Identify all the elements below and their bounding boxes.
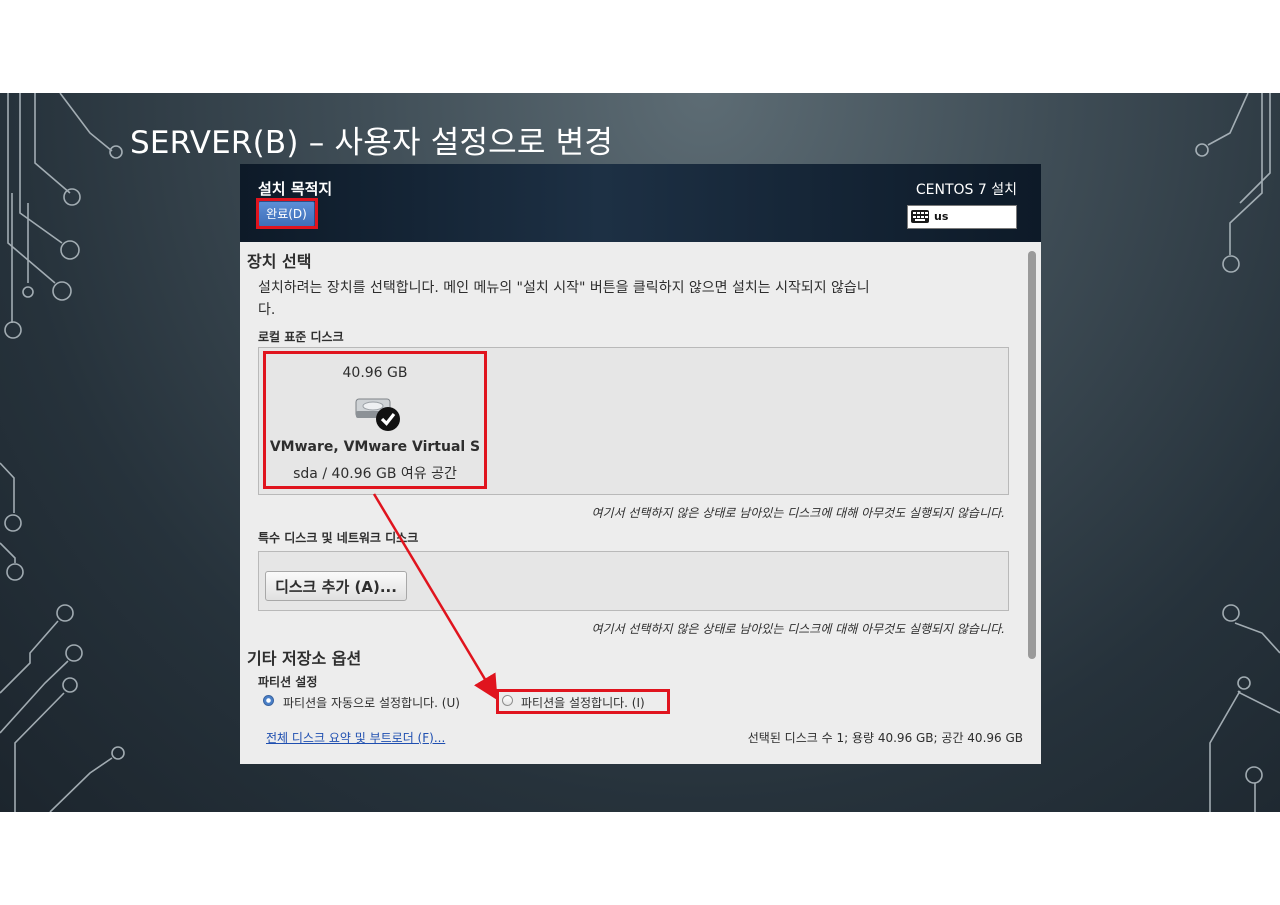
add-disk-button[interactable]: 디스크 추가 (A)... [265,571,407,601]
page-title: 설치 목적지 [258,180,333,198]
manual-partition-highlight-box [496,689,670,714]
slide-background: SERVER(B) – 사용자 설정으로 변경 설치 목적지 완료(D) CEN… [0,93,1280,812]
untouched-disks-note: 여기서 선택하지 않은 상태로 남아있는 디스크에 대해 아무것도 실행되지 않… [591,506,1005,520]
local-disks-label: 로컬 표준 디스크 [258,330,344,344]
installer-content: 장치 선택 설치하려는 장치를 선택합니다. 메인 메뉴의 "설치 시작" 버튼… [240,242,1041,764]
device-selection-description-cont: 다. [258,302,276,318]
disk-summary-link[interactable]: 전체 디스크 요약 및 부트로더 (F)... [266,729,445,746]
done-highlight-box [256,198,318,229]
scrollbar[interactable] [1028,251,1036,659]
auto-partition-radio[interactable] [263,695,274,706]
device-selection-heading: 장치 선택 [247,252,312,271]
device-selection-description: 설치하려는 장치를 선택합니다. 메인 메뉴의 "설치 시작" 버튼을 클릭하지… [258,280,870,296]
disk-highlight-box [263,351,487,489]
local-disks-panel: 40.96 GB VMware, VMware Virtual S sda / … [258,347,1009,495]
special-disks-label: 특수 디스크 및 네트워크 디스크 [258,531,419,545]
product-title: CENTOS 7 설치 [915,182,1017,198]
auto-partition-label[interactable]: 파티션을 자동으로 설정합니다. (U) [283,694,460,711]
partition-label: 파티션 설정 [258,675,318,689]
keyboard-icon [911,210,929,223]
installer-window: 설치 목적지 완료(D) CENTOS 7 설치 us 장치 선택 설치하려는 … [240,164,1041,764]
keyboard-layout-indicator[interactable]: us [907,205,1017,229]
disk-summary-text: 선택된 디스크 수 1; 용량 40.96 GB; 공간 40.96 GB [747,731,1023,745]
installer-header: 설치 목적지 완료(D) CENTOS 7 설치 us [240,164,1041,242]
slide-title: SERVER(B) – 사용자 설정으로 변경 [130,125,614,161]
untouched-disks-note-2: 여기서 선택하지 않은 상태로 남아있는 디스크에 대해 아무것도 실행되지 않… [591,622,1005,636]
other-storage-heading: 기타 저장소 옵션 [247,649,362,668]
keyboard-layout-label: us [934,210,949,223]
